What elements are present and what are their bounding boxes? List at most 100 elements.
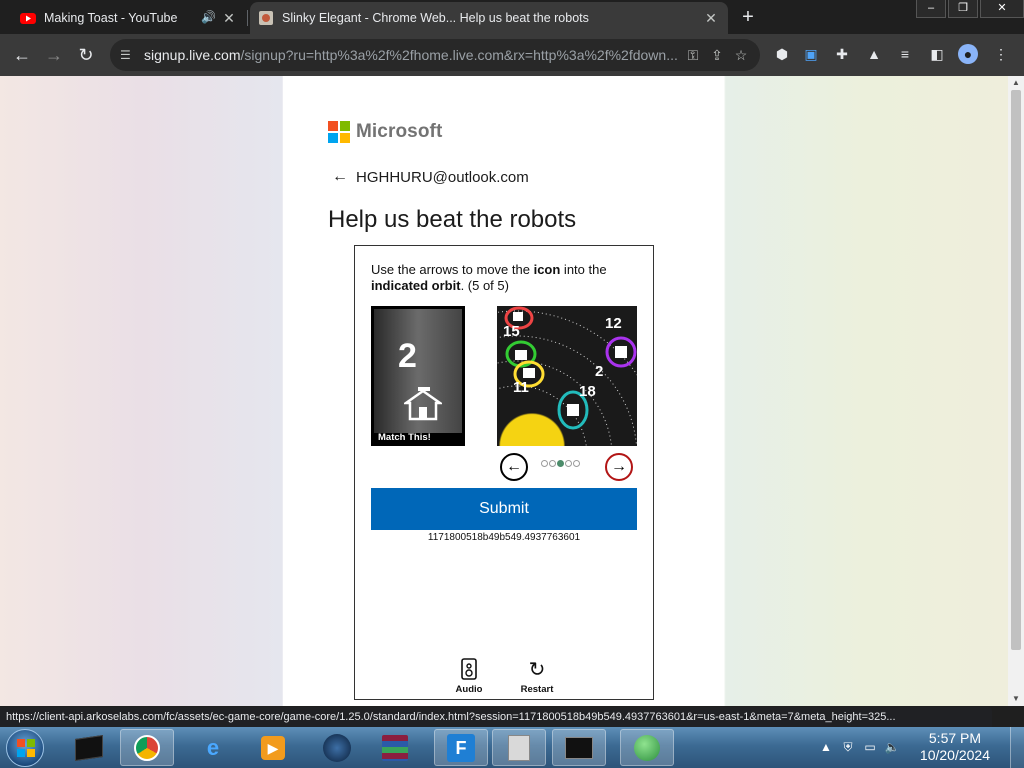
- tab-title: Slinky Elegant - Chrome Web... Help us b…: [282, 11, 589, 25]
- steam-icon[interactable]: [310, 729, 364, 766]
- url-text[interactable]: signup.live.com/signup?ru=http%3a%2f%2fh…: [144, 47, 684, 63]
- tab-separator: [247, 10, 248, 26]
- flashpoint-icon[interactable]: F: [434, 729, 488, 766]
- windows-taskbar: e ▶ F ▲ ⛨ ▭ 🔈 5:57 PM 10/20/2024: [0, 727, 1024, 768]
- position-dot: [573, 460, 580, 467]
- instruction-bold-orbit: indicated orbit: [371, 278, 461, 293]
- internet-explorer-icon[interactable]: e: [186, 729, 240, 766]
- previous-arrow-button[interactable]: ←: [500, 453, 528, 481]
- position-dot: [565, 460, 572, 467]
- position-dot: [541, 460, 548, 467]
- restart-button[interactable]: ↻ Restart: [517, 658, 557, 695]
- instruction-text: into the: [560, 262, 607, 277]
- password-key-icon[interactable]: ⚿: [684, 46, 702, 64]
- logo-square-green: [340, 121, 350, 131]
- clock[interactable]: 5:57 PM 10/20/2024: [920, 730, 990, 764]
- puzzle-extensions-icon[interactable]: ✚: [832, 44, 852, 64]
- orbit-number-label: 2: [595, 363, 603, 380]
- show-desktop-button[interactable]: [1010, 727, 1024, 768]
- winrar-icon[interactable]: [368, 729, 422, 766]
- minimize-button[interactable]: –: [916, 0, 946, 18]
- orbit-number-label: 11: [513, 379, 529, 396]
- side-panel-icon[interactable]: ◧: [927, 44, 947, 64]
- media-app-icon[interactable]: [62, 729, 116, 766]
- page-title: Help us beat the robots: [328, 206, 577, 233]
- tab-strip: Making Toast - YouTube 🔊 ✕ Slinky Elegan…: [0, 0, 1024, 34]
- terminal-icon[interactable]: [552, 729, 606, 766]
- captcha-controls: ← →: [497, 453, 637, 483]
- match-label: Match This!: [378, 432, 431, 443]
- orbit-number-label: 15: [503, 323, 520, 340]
- scroll-up-icon[interactable]: ▲: [1008, 76, 1024, 90]
- speaker-icon[interactable]: 🔊: [201, 10, 216, 24]
- network-icon[interactable]: ▭: [862, 739, 878, 755]
- house-icon: [404, 387, 442, 421]
- logo-square-blue: [328, 133, 338, 143]
- shield-extension-icon[interactable]: ⬢: [772, 44, 792, 64]
- session-id: 1171800518b49b549.4937763601: [427, 532, 581, 543]
- close-window-button[interactable]: ✕: [980, 0, 1024, 18]
- audio-button[interactable]: Audio: [449, 658, 489, 695]
- instruction-bold-icon: icon: [533, 262, 561, 277]
- flag-red: [17, 739, 25, 747]
- orbit-number-label: 12: [605, 315, 622, 332]
- logo-square-red: [328, 121, 338, 131]
- slinky-favicon: [259, 11, 273, 25]
- close-tab-icon[interactable]: ✕: [702, 9, 720, 27]
- labs-icon[interactable]: ▲: [864, 44, 884, 64]
- tab-youtube[interactable]: Making Toast - YouTube 🔊 ✕: [12, 2, 246, 34]
- frame-extension-icon[interactable]: ▣: [801, 44, 821, 64]
- profile-avatar-icon[interactable]: ●: [958, 44, 978, 64]
- submit-button[interactable]: Submit: [371, 488, 637, 530]
- tab-title: Making Toast - YouTube: [44, 11, 178, 25]
- position-dot: [557, 460, 564, 467]
- page-viewport: Microsoft ← HGHHURU@outlook.com Help us …: [0, 76, 1008, 706]
- scroll-thumb[interactable]: [1011, 90, 1021, 650]
- start-button[interactable]: [6, 729, 44, 767]
- volume-icon[interactable]: 🔈: [884, 739, 900, 755]
- tray-overflow-icon[interactable]: ▲: [818, 739, 834, 755]
- logo-square-yellow: [340, 133, 350, 143]
- audio-label: Audio: [455, 684, 483, 695]
- chrome-icon[interactable]: [120, 729, 174, 766]
- position-indicator: [541, 460, 581, 467]
- microsoft-logo-icon: [328, 121, 350, 143]
- close-tab-icon[interactable]: ✕: [220, 9, 238, 27]
- next-arrow-button[interactable]: →: [605, 453, 633, 481]
- match-orbit-number: 2: [398, 337, 417, 375]
- back-arrow-icon[interactable]: ←: [332, 168, 348, 186]
- youtube-icon: [20, 13, 36, 24]
- reload-icon[interactable]: ↻: [74, 43, 98, 67]
- address-bar[interactable]: ☰ signup.live.com/signup?ru=http%3a%2f%2…: [110, 39, 760, 71]
- microsoft-logo: Microsoft: [328, 121, 442, 143]
- signup-card: Microsoft ← HGHHURU@outlook.com Help us …: [284, 76, 724, 706]
- back-icon[interactable]: ←: [10, 43, 34, 67]
- url-path: /signup?ru=http%3a%2f%2fhome.live.com&rx…: [240, 47, 678, 63]
- site-info-icon[interactable]: ☰: [120, 47, 136, 63]
- restart-label: Restart: [520, 684, 554, 695]
- url-host: signup.live.com: [144, 47, 241, 63]
- identity-banner[interactable]: ← HGHHURU@outlook.com: [332, 168, 529, 186]
- flag-yellow: [27, 749, 35, 757]
- page-scrollbar[interactable]: ▲ ▼: [1008, 76, 1024, 706]
- window-controls: – ❐ ✕: [914, 0, 1024, 18]
- bookmark-star-icon[interactable]: ☆: [732, 46, 750, 64]
- more-menu-icon[interactable]: ⋮: [991, 44, 1011, 64]
- orbit-graphic: 15 12 2 11 18: [497, 306, 637, 446]
- maximize-button[interactable]: ❐: [948, 0, 978, 18]
- security-shield-icon[interactable]: ⛨: [840, 739, 856, 755]
- forward-icon[interactable]: →: [42, 43, 66, 67]
- reading-list-icon[interactable]: ≡: [895, 44, 915, 64]
- link-status-bubble: https://client-api.arkoselabs.com/fc/ass…: [0, 707, 992, 727]
- messenger-icon[interactable]: [620, 729, 674, 766]
- files-icon[interactable]: [492, 729, 546, 766]
- flag-green: [27, 739, 35, 747]
- instruction-text: Use the arrows to move the: [371, 262, 534, 277]
- new-tab-button[interactable]: +: [736, 6, 760, 30]
- media-player-icon[interactable]: ▶: [246, 729, 300, 766]
- tab-captcha[interactable]: Slinky Elegant - Chrome Web... Help us b…: [250, 2, 728, 34]
- scroll-down-icon[interactable]: ▼: [1008, 692, 1024, 706]
- windows-logo-icon: [17, 739, 35, 757]
- identity-email: HGHHURU@outlook.com: [356, 168, 529, 186]
- share-icon[interactable]: ⇪: [708, 46, 726, 64]
